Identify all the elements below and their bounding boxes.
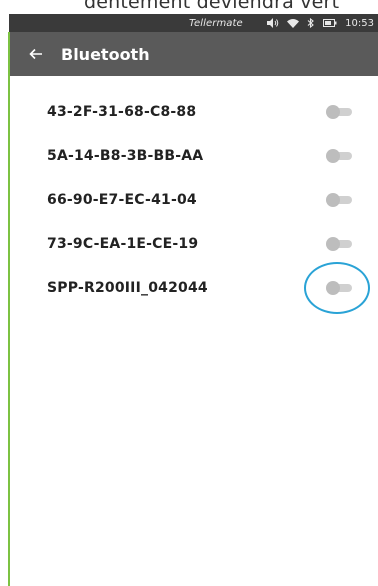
device-row[interactable]: 5A-14-B8-3B-BB-AA — [10, 134, 378, 178]
device-name: 73-9C-EA-1E-CE-19 — [47, 236, 199, 252]
device-toggle[interactable] — [324, 191, 356, 209]
device-name: 43-2F-31-68-C8-88 — [47, 104, 197, 120]
device-name: 5A-14-B8-3B-BB-AA — [47, 148, 204, 164]
device-row[interactable]: 43-2F-31-68-C8-88 — [10, 90, 378, 134]
status-time: 10:53 — [345, 17, 374, 29]
device-toggle[interactable] — [324, 235, 356, 253]
device-name: 66-90-E7-EC-41-04 — [47, 192, 197, 208]
status-bar: Tellermate 10:53 — [9, 14, 378, 32]
device-row[interactable]: 73-9C-EA-1E-CE-19 — [10, 222, 378, 266]
top-caption-text: dentement deviendra vert — [84, 0, 340, 13]
page-title: Bluetooth — [61, 44, 150, 64]
top-caption-strip: dentement deviendra vert — [0, 0, 378, 14]
device-toggle[interactable] — [324, 147, 356, 165]
device-row[interactable]: SPP-R200III_042044 — [10, 266, 378, 310]
device-toggle[interactable] — [324, 279, 356, 297]
device-toggle[interactable] — [324, 103, 356, 121]
device-name: SPP-R200III_042044 — [47, 280, 208, 296]
volume-icon — [267, 18, 279, 28]
app-bar: Bluetooth — [9, 32, 378, 76]
status-brand: Tellermate — [189, 17, 243, 29]
wifi-icon — [287, 18, 300, 28]
bluetooth-icon — [307, 18, 315, 28]
status-icons: 10:53 — [267, 18, 378, 29]
device-list: 43-2F-31-68-C8-88 5A-14-B8-3B-BB-AA 66-9… — [10, 90, 378, 310]
back-arrow-icon[interactable] — [25, 43, 47, 65]
device-row[interactable]: 66-90-E7-EC-41-04 — [10, 178, 378, 222]
battery-icon — [323, 19, 337, 27]
